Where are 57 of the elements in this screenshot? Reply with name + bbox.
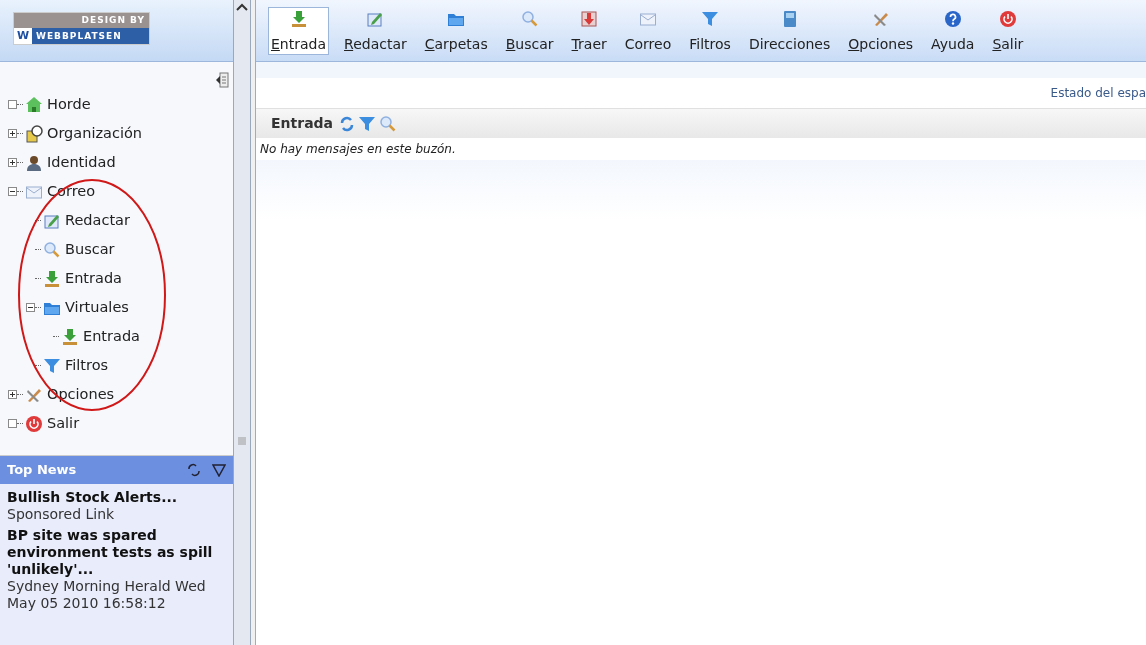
search-icon: [379, 114, 398, 133]
news-source: Sponsored Link: [7, 506, 116, 523]
expand-icon[interactable]: [8, 390, 17, 399]
news-headline[interactable]: Bullish Stock Alerts...: [7, 489, 226, 506]
panel-title: Top News: [7, 461, 78, 480]
toolbar-button[interactable]: Filtros: [686, 6, 734, 55]
org-icon: [25, 124, 43, 143]
tree-item[interactable]: Identidad: [47, 151, 116, 174]
toolbar-button[interactable]: Buscar: [502, 6, 557, 55]
toolbar-button[interactable]: Carpetas: [421, 6, 491, 55]
filters-icon: [43, 356, 61, 375]
toolbar-button[interactable]: Opciones: [845, 6, 917, 55]
search-icon: [520, 9, 539, 28]
toolbar-button[interactable]: Ayuda: [928, 6, 978, 55]
inbox-icon: [43, 269, 61, 288]
fetch-icon: [580, 9, 599, 28]
filter-icon: [358, 114, 377, 133]
tree-item[interactable]: Horde: [47, 93, 91, 116]
search-icon: [43, 240, 61, 259]
tree-item[interactable]: Organización: [47, 122, 142, 145]
expand-icon[interactable]: [8, 129, 17, 138]
tree-item[interactable]: Buscar: [65, 238, 115, 261]
quota-link[interactable]: Estado del espa: [1050, 84, 1146, 102]
filter-icon[interactable]: [212, 463, 226, 477]
sidebar-scrollbar[interactable]: [233, 0, 251, 645]
tree-item[interactable]: Virtuales: [65, 296, 129, 319]
help-icon: [943, 9, 962, 28]
identity-icon: [25, 153, 43, 172]
toolbar-button[interactable]: Correo: [621, 6, 675, 55]
tree-item[interactable]: Entrada: [83, 325, 140, 348]
refresh-icon[interactable]: [339, 114, 356, 133]
home-icon: [25, 95, 43, 114]
toolbar-button[interactable]: Traer: [568, 6, 610, 55]
toolbar-button[interactable]: Salir: [989, 6, 1027, 55]
collapse-icon[interactable]: [26, 303, 35, 312]
news-headline[interactable]: BP site was spared environment tests as spill 'unlikely'...: [7, 527, 226, 578]
tree-item[interactable]: Salir: [47, 412, 80, 435]
tree-item[interactable]: Entrada: [65, 267, 122, 290]
logo: DESIGN BY W WEBBPLATSEN: [13, 12, 150, 45]
filters-icon: [701, 9, 720, 28]
toolbar-button[interactable]: Direcciones: [745, 6, 834, 55]
mailbox-title: Entrada: [271, 114, 334, 133]
collapse-icon[interactable]: [8, 187, 17, 196]
logout-icon: [25, 414, 43, 433]
collapse-sidebar-icon[interactable]: [215, 72, 229, 88]
logout-icon: [998, 9, 1017, 28]
grip-icon[interactable]: [238, 437, 246, 445]
news-source: Sydney Morning Herald Wed May 05 2010 16:58:12: [7, 578, 207, 612]
toolbar-button[interactable]: Entrada: [268, 6, 330, 55]
refresh-icon[interactable]: [186, 463, 202, 477]
expand-icon[interactable]: [8, 158, 17, 167]
inbox-icon: [289, 9, 308, 28]
empty-message: No hay mensajes en este buzón.: [260, 141, 456, 158]
inbox-icon: [61, 327, 79, 346]
tree-item[interactable]: Filtros: [65, 354, 109, 377]
toolbar-button[interactable]: Redactar: [341, 6, 410, 55]
tree-item[interactable]: Redactar: [65, 209, 130, 232]
